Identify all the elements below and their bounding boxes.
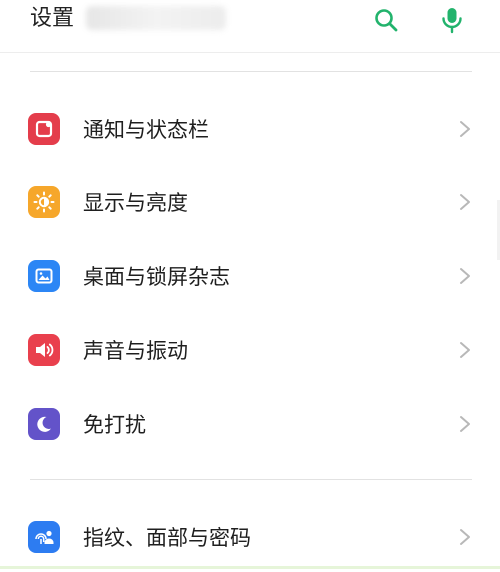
settings-item-notifications[interactable]: 通知与状态栏 [0, 94, 500, 164]
settings-item-label: 指纹、面部与密码 [83, 526, 251, 550]
chevron-right-icon [460, 416, 470, 432]
section-divider [30, 71, 472, 72]
chevron-right-icon [460, 529, 470, 545]
settings-item-label: 通知与状态栏 [83, 118, 209, 142]
settings-item-label: 免打扰 [83, 413, 146, 437]
speaker-icon [28, 334, 60, 366]
voice-search-button[interactable] [436, 4, 468, 36]
search-icon [375, 9, 398, 32]
chevron-right-icon [460, 342, 470, 358]
page-title: 设置 [30, 6, 75, 31]
chevron-right-icon [460, 121, 470, 137]
settings-item-display[interactable]: 显示与亮度 [0, 167, 500, 237]
microphone-icon [442, 8, 462, 34]
header: 设置 [0, 0, 500, 48]
settings-item-sound[interactable]: 声音与振动 [0, 315, 500, 385]
settings-item-do-not-disturb[interactable]: 免打扰 [0, 389, 500, 459]
settings-item-security[interactable]: 指纹、面部与密码 [0, 502, 500, 572]
blurred-area [86, 6, 226, 30]
chevron-right-icon [460, 268, 470, 284]
chevron-right-icon [460, 194, 470, 210]
brightness-icon [28, 186, 60, 218]
settings-item-label: 声音与振动 [83, 339, 188, 363]
search-button[interactable] [370, 4, 402, 36]
section-divider [30, 479, 472, 480]
notification-status-bar-icon [28, 113, 60, 145]
settings-item-label: 显示与亮度 [83, 191, 188, 215]
moon-icon [28, 408, 60, 440]
settings-item-wallpaper[interactable]: 桌面与锁屏杂志 [0, 241, 500, 311]
wallpaper-icon [28, 260, 60, 292]
header-divider [0, 52, 500, 53]
fingerprint-face-icon [28, 521, 60, 553]
settings-item-label: 桌面与锁屏杂志 [83, 265, 230, 289]
